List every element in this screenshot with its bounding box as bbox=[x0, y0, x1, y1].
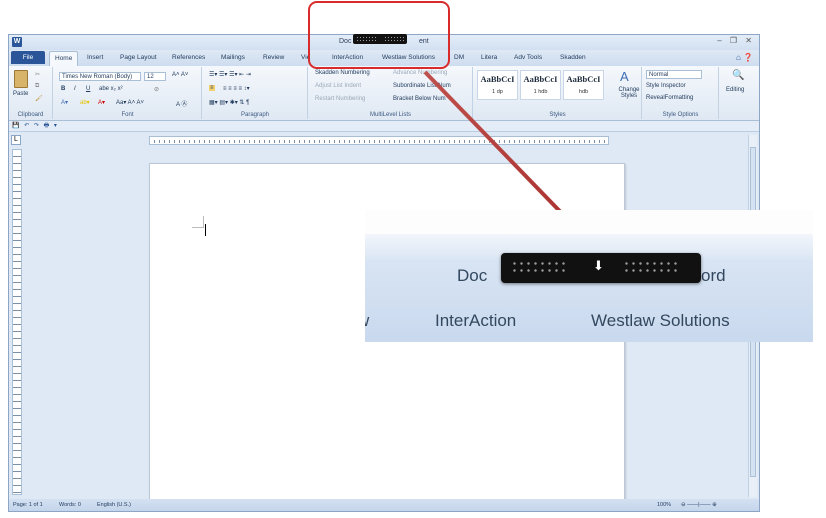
zoomed-title-right: ord bbox=[701, 266, 726, 285]
zoomed-tab-westlaw: Westlaw Solutions bbox=[591, 311, 730, 330]
dock-dots-left bbox=[511, 260, 567, 276]
zoomed-title-left: Doc bbox=[457, 266, 488, 285]
dock-arrow-down-icon: ⬇ bbox=[593, 258, 604, 273]
zoomed-tab-interaction: InterAction bbox=[435, 311, 517, 330]
dock-dots-right bbox=[623, 260, 679, 276]
zoomed-tab-view: w bbox=[365, 311, 369, 331]
zoomed-titlebar-callout: Doc ord ⬇ w InterAction Westlaw Solution… bbox=[365, 210, 813, 342]
zoomed-dock: ⬇ bbox=[501, 253, 701, 283]
